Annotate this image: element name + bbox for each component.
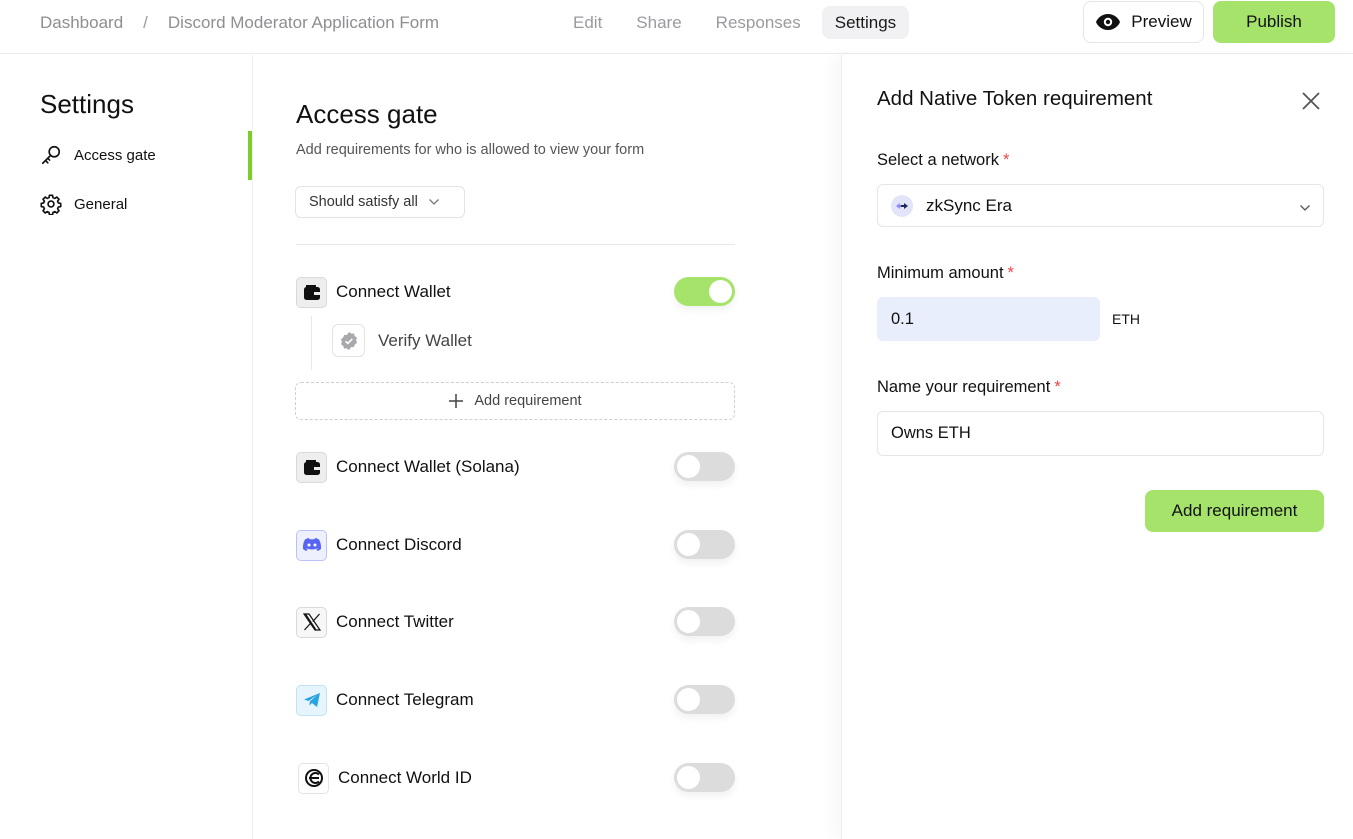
toggle-knob bbox=[677, 766, 700, 789]
nav-tabs: Edit Share Responses Settings bbox=[560, 6, 917, 39]
page-title: Access gate bbox=[296, 99, 438, 129]
connect-telegram-toggle[interactable] bbox=[674, 685, 735, 714]
requirement-label: Connect Wallet (Solana) bbox=[336, 457, 520, 476]
sidebar-item-general[interactable]: General bbox=[40, 191, 127, 217]
requirement-name-label: Name your requirement * bbox=[877, 378, 1061, 397]
tab-settings[interactable]: Settings bbox=[821, 6, 910, 39]
requirement-label: Connect World ID bbox=[338, 768, 472, 787]
requirement-name-label-text: Name your requirement bbox=[877, 378, 1051, 396]
gear-icon bbox=[40, 193, 62, 215]
tab-responses[interactable]: Responses bbox=[703, 6, 814, 39]
connect-twitter-toggle[interactable] bbox=[674, 607, 735, 636]
toggle-knob bbox=[677, 455, 700, 478]
connect-wallet-toggle[interactable] bbox=[674, 277, 735, 306]
requirement-label: Connect Twitter bbox=[336, 612, 454, 631]
requirement-label: Connect Wallet bbox=[336, 282, 451, 301]
add-native-token-panel: Add Native Token requirement Select a ne… bbox=[841, 55, 1353, 839]
sub-requirement-label: Verify Wallet bbox=[378, 330, 472, 350]
close-icon bbox=[1302, 92, 1320, 110]
submit-add-requirement-button[interactable]: Add requirement bbox=[1145, 490, 1324, 532]
close-panel-button[interactable] bbox=[1300, 90, 1322, 112]
requirement-label: Connect Telegram bbox=[336, 690, 474, 709]
settings-sidebar: Settings Access gate General bbox=[0, 55, 253, 839]
amount-unit: ETH bbox=[1112, 311, 1140, 327]
connect-wallet-solana-toggle[interactable] bbox=[674, 452, 735, 481]
satisfy-mode-select[interactable]: Should satisfy all bbox=[295, 186, 465, 218]
chevron-down-icon bbox=[428, 198, 440, 206]
wallet-icon bbox=[296, 276, 327, 308]
requirement-connect-wallet-solana: Connect Wallet (Solana) bbox=[296, 451, 735, 483]
sidebar-item-label: Access gate bbox=[74, 146, 156, 164]
breadcrumb-separator: / bbox=[143, 13, 148, 32]
toggle-knob bbox=[677, 688, 700, 711]
sub-requirement-verify-wallet[interactable]: Verify Wallet bbox=[332, 324, 472, 357]
breadcrumb-current-form: Discord Moderator Application Form bbox=[167, 13, 440, 32]
add-requirement-button[interactable]: Add requirement bbox=[295, 382, 735, 420]
connect-discord-toggle[interactable] bbox=[674, 530, 735, 559]
chevron-down-icon bbox=[1299, 199, 1311, 217]
panel-title: Add Native Token requirement bbox=[877, 87, 1153, 110]
requirement-connect-telegram: Connect Telegram bbox=[296, 684, 735, 716]
minimum-amount-input[interactable] bbox=[877, 297, 1100, 341]
network-select[interactable]: zkSync Era bbox=[877, 184, 1324, 227]
network-value: zkSync Era bbox=[926, 195, 1012, 215]
key-icon bbox=[40, 144, 62, 166]
top-bar: Dashboard / Discord Moderator Applicatio… bbox=[0, 0, 1353, 54]
telegram-icon bbox=[296, 684, 327, 716]
breadcrumb-dashboard-link[interactable]: Dashboard bbox=[40, 13, 123, 33]
sidebar-title: Settings bbox=[40, 89, 134, 119]
plus-icon bbox=[448, 393, 464, 409]
zksync-logo-icon bbox=[891, 194, 913, 217]
active-item-indicator bbox=[248, 131, 252, 180]
amount-label-text: Minimum amount bbox=[877, 264, 1004, 282]
tab-share[interactable]: Share bbox=[623, 6, 694, 39]
x-twitter-icon bbox=[296, 606, 327, 638]
toggle-knob bbox=[709, 280, 732, 303]
sidebar-item-label: General bbox=[74, 195, 128, 213]
discord-icon bbox=[296, 529, 327, 561]
sidebar-item-access-gate[interactable]: Access gate bbox=[40, 142, 156, 168]
satisfy-mode-value: Should satisfy all bbox=[309, 194, 418, 210]
publish-button[interactable]: Publish bbox=[1213, 1, 1335, 43]
toggle-knob bbox=[677, 610, 700, 633]
requirement-name-input[interactable] bbox=[877, 411, 1324, 456]
requirement-connect-wallet: Connect Wallet bbox=[296, 276, 735, 308]
network-label: Select a network * bbox=[877, 151, 1009, 170]
preview-button[interactable]: Preview bbox=[1083, 1, 1204, 43]
requirement-label: Connect Discord bbox=[336, 535, 462, 554]
connect-world-id-toggle[interactable] bbox=[674, 763, 735, 792]
add-requirement-label: Add requirement bbox=[474, 393, 582, 409]
preview-label: Preview bbox=[1131, 12, 1192, 31]
requirement-connect-world-id: Connect World ID bbox=[298, 762, 735, 794]
required-mark: * bbox=[1002, 151, 1010, 169]
toggle-knob bbox=[677, 533, 700, 556]
tab-edit[interactable]: Edit bbox=[560, 6, 615, 39]
requirement-connect-discord: Connect Discord bbox=[296, 529, 735, 561]
wallet-icon bbox=[296, 451, 327, 483]
verified-badge-icon bbox=[332, 324, 365, 357]
page-subtitle: Add requirements for who is allowed to v… bbox=[296, 142, 645, 158]
requirement-connect-twitter: Connect Twitter bbox=[296, 606, 735, 638]
eye-icon bbox=[1095, 13, 1121, 31]
divider bbox=[296, 244, 735, 245]
network-label-text: Select a network bbox=[877, 151, 999, 169]
sub-requirement-connector bbox=[311, 316, 312, 370]
required-mark: * bbox=[1054, 378, 1061, 396]
worldcoin-icon bbox=[298, 762, 329, 794]
amount-label: Minimum amount * bbox=[877, 264, 1014, 283]
breadcrumb: Dashboard / Discord Moderator Applicatio… bbox=[40, 12, 439, 34]
required-mark: * bbox=[1007, 264, 1014, 282]
